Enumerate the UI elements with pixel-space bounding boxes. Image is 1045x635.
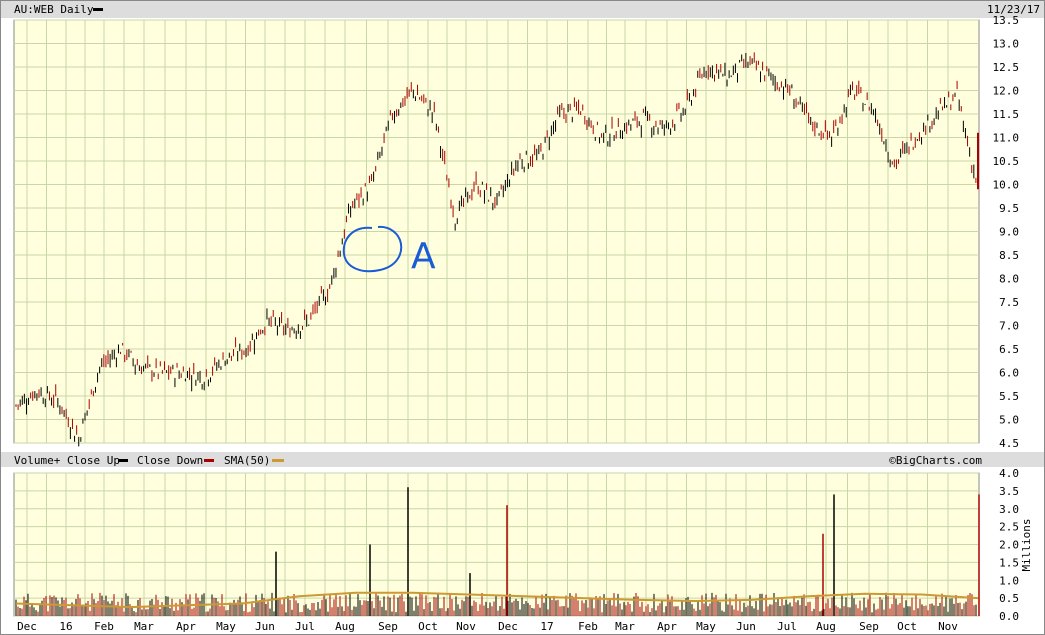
volume-y-axis: 0.0 0.5 1.0 1.5 2.0 2.5 3.0 3.5 4.0 (999, 467, 1019, 623)
x-tick-label: Dec (498, 620, 518, 633)
price-y-tick: 10.5 (993, 155, 1020, 168)
x-tick-label: Jul (777, 620, 797, 633)
x-tick-label: Mar (615, 620, 635, 633)
sma-swatch (272, 459, 284, 462)
price-y-tick: 8.5 (999, 249, 1019, 262)
x-tick-label: Aug (816, 620, 836, 633)
volume-y-tick: 1.5 (999, 556, 1019, 569)
period-text: Daily (60, 3, 93, 16)
chart: AU:WEB Daily 11/23/17 4.55.05.56.06.57.0… (0, 0, 1045, 635)
x-tick-label: May (216, 620, 236, 633)
price-header-bar (1, 1, 1044, 18)
price-y-tick: 4.5 (999, 437, 1019, 450)
x-tick-label: 16 (59, 620, 72, 633)
price-y-tick: 12.0 (993, 85, 1020, 98)
x-tick-label: Feb (578, 620, 598, 633)
x-tick-label: Sep (859, 620, 879, 633)
annotation-letter: A (411, 236, 436, 277)
credit-text: ©BigCharts.com (889, 454, 982, 467)
x-tick-label: Jun (736, 620, 756, 633)
volume-legend: Volume+ Close Up (14, 454, 120, 467)
volume-y-tick: 2.5 (999, 521, 1019, 534)
chart-symbol: AU:WEB Daily (14, 3, 94, 16)
volume-axis-label: Millions (1020, 519, 1033, 572)
x-tick-label: Dec (17, 620, 37, 633)
price-y-tick: 7.0 (999, 320, 1019, 333)
price-y-tick: 11.5 (993, 108, 1020, 121)
x-tick-label: 17 (540, 620, 553, 633)
volume-title: Volume+ (14, 454, 61, 467)
sma-label: SMA(50) (224, 454, 270, 467)
price-y-tick: 10.0 (993, 179, 1020, 192)
x-tick-label: Sep (378, 620, 398, 633)
x-tick-label: Oct (897, 620, 917, 633)
x-tick-label: May (696, 620, 716, 633)
price-y-tick: 9.5 (999, 202, 1019, 215)
price-y-tick: 13.5 (993, 14, 1020, 27)
price-y-tick: 6.0 (999, 367, 1019, 380)
price-y-tick: 6.5 (999, 343, 1019, 356)
price-y-tick: 12.5 (993, 61, 1020, 74)
close-up-swatch (118, 459, 128, 462)
close-down-swatch (204, 459, 214, 462)
volume-y-tick: 4.0 (999, 467, 1019, 480)
volume-y-tick: 3.5 (999, 485, 1019, 498)
price-y-tick: 13.0 (993, 38, 1020, 51)
volume-y-tick: 0.0 (999, 610, 1019, 623)
x-tick-label: Nov (938, 620, 958, 633)
volume-y-tick: 0.5 (999, 592, 1019, 605)
price-y-tick: 5.5 (999, 390, 1019, 403)
volume-y-tick: 2.0 (999, 539, 1019, 552)
symbol-text: AU:WEB (14, 3, 54, 16)
x-tick-label: Aug (335, 620, 355, 633)
volume-y-tick: 3.0 (999, 503, 1019, 516)
price-y-tick: 11.0 (993, 132, 1020, 145)
price-y-tick: 7.5 (999, 296, 1019, 309)
x-tick-label: Jul (295, 620, 315, 633)
x-tick-label: Apr (176, 620, 196, 633)
x-tick-label: Apr (657, 620, 677, 633)
x-tick-label: Feb (94, 620, 114, 633)
price-y-tick: 5.0 (999, 414, 1019, 427)
price-y-tick: 9.0 (999, 226, 1019, 239)
legend-line-swatch (93, 8, 103, 11)
x-tick-label: Mar (134, 620, 154, 633)
price-y-tick: 8.0 (999, 273, 1019, 286)
x-tick-label: Nov (456, 620, 476, 633)
x-tick-label: Oct (418, 620, 438, 633)
close-down-label: Close Down (137, 454, 203, 467)
x-tick-label: Jun (255, 620, 275, 633)
close-up-label: Close Up (67, 454, 120, 467)
volume-y-tick: 1.0 (999, 574, 1019, 587)
